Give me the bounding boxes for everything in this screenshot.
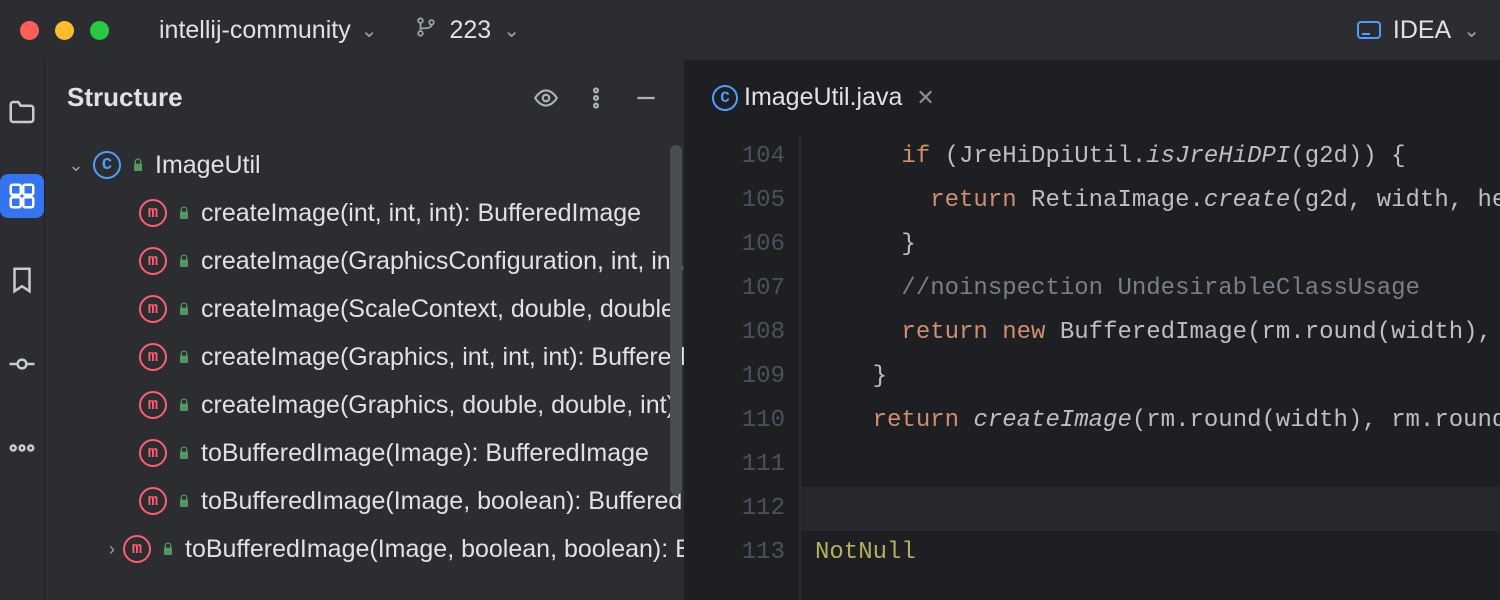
code-area: 104105106107108109110111112113 if (JreHi… [684,135,1500,600]
method-signature-label: createImage(Graphics, int, int, int): Bu… [201,343,684,372]
tree-row-method[interactable]: m createImage(ScaleContext, double, doubl… [45,285,684,333]
structure-panel-header: Structure [45,60,684,135]
method-icon: m [139,199,167,227]
code-line[interactable]: return RetinaImage.create(g2d, width, he… [801,179,1500,223]
code-line[interactable]: //noinspection UndesirableClassUsage [801,267,1500,311]
project-name-label: intellij-community [159,16,351,45]
lock-icon [175,444,193,462]
structure-tree: ⌄ C ImageUtil m createImage(int, int, int):… [45,135,684,600]
ide-picker[interactable]: IDEA ⌄ [1357,16,1480,45]
method-icon: m [139,247,167,275]
lock-icon [129,156,147,174]
lock-icon [175,492,193,510]
method-icon: m [139,439,167,467]
fullscreen-window-button[interactable] [90,21,109,40]
lock-icon [175,300,193,318]
git-branch-picker[interactable]: 223 ⌄ [415,16,519,45]
line-number: 105 [684,179,785,223]
structure-tool-button[interactable] [0,174,44,218]
code-line[interactable]: if (JreHiDpiUtil.isJreHiDPI(g2d)) { [801,135,1500,179]
tree-row-class[interactable]: ⌄ C ImageUtil [45,141,684,189]
code-lines[interactable]: if (JreHiDpiUtil.isJreHiDPI(g2d)) { retu… [800,135,1500,600]
method-signature-label: createImage(Graphics, double, double, in… [201,391,684,420]
code-line[interactable]: NotNull [801,531,1500,575]
tree-row-method[interactable]: m createImage(Graphics, double, double, i… [45,381,684,429]
line-number: 112 [684,487,785,531]
line-number: 104 [684,135,785,179]
line-number: 107 [684,267,785,311]
chevron-down-icon: ⌄ [361,18,378,43]
editor-area: C ImageUtil.java ✕ 104105106107108109110… [684,60,1500,600]
line-number: 108 [684,311,785,355]
more-tool-button[interactable] [0,426,44,470]
tree-row-method[interactable]: m createImage(Graphics, int, int, int): B… [45,333,684,381]
project-tool-button[interactable] [0,90,44,134]
method-signature-label: toBufferedImage(Image, boolean, boolean)… [185,535,684,564]
editor-tab[interactable]: C ImageUtil.java ✕ [712,83,935,112]
method-icon: m [139,295,167,323]
structure-panel: Structure ⌄ C ImageUtil m createImage(int, … [44,60,684,600]
code-line[interactable]: } [801,223,1500,267]
line-number: 111 [684,443,785,487]
class-file-icon: C [712,85,738,111]
hide-panel-icon[interactable] [628,80,664,116]
method-signature-label: toBufferedImage(Image, boolean): Buffere… [201,487,684,516]
method-icon: m [123,535,151,563]
method-icon: m [139,391,167,419]
line-number: 110 [684,399,785,443]
ide-label: IDEA [1393,16,1451,45]
code-line[interactable]: return new BufferedImage(rm.round(width)… [801,311,1500,355]
minimize-window-button[interactable] [55,21,74,40]
left-toolstrip [0,60,44,600]
close-window-button[interactable] [20,21,39,40]
commit-tool-button[interactable] [0,342,44,386]
window-controls [20,21,109,40]
ide-icon [1357,21,1381,39]
lock-icon [175,348,193,366]
line-number-gutter: 104105106107108109110111112113 [684,135,800,600]
tree-row-method[interactable]: m createImage(int, int, int): BufferedIma… [45,189,684,237]
lock-icon [175,396,193,414]
editor-tabbar: C ImageUtil.java ✕ [684,60,1500,135]
method-signature-label: toBufferedImage(Image): BufferedImage [201,439,649,468]
titlebar: intellij-community ⌄ 223 ⌄ IDEA ⌄ [0,0,1500,60]
code-line[interactable]: return createImage(rm.round(width), rm.r… [801,399,1500,443]
lock-icon [175,204,193,222]
method-icon: m [139,487,167,515]
class-name-label: ImageUtil [155,151,261,180]
expand-arrow-icon[interactable]: › [109,539,115,560]
method-signature-label: createImage(ScaleContext, double, double… [201,295,684,324]
class-icon: C [93,151,121,179]
project-picker[interactable]: intellij-community ⌄ [159,16,377,45]
tree-row-method[interactable]: › m toBufferedImage(Image, boolean, boolea… [45,525,684,573]
method-signature-label: createImage(GraphicsConfiguration, int, … [201,247,684,276]
main-area: Structure ⌄ C ImageUtil m createImage(int, … [0,60,1500,600]
tree-row-method[interactable]: m toBufferedImage(Image): BufferedImage [45,429,684,477]
git-branch-icon [415,16,437,44]
close-tab-icon[interactable]: ✕ [916,85,934,111]
structure-scrollbar[interactable] [670,145,682,495]
git-branch-count: 223 [449,16,491,45]
lock-icon [159,540,177,558]
code-line[interactable] [801,443,1500,487]
code-line[interactable] [801,487,1500,531]
bookmarks-tool-button[interactable] [0,258,44,302]
code-line[interactable]: } [801,355,1500,399]
expand-arrow-icon[interactable]: ⌄ [67,155,85,176]
tree-row-method[interactable]: m createImage(GraphicsConfiguration, int,… [45,237,684,285]
chevron-down-icon: ⌄ [503,18,520,43]
line-number: 109 [684,355,785,399]
editor-tab-label: ImageUtil.java [744,83,902,112]
line-number: 106 [684,223,785,267]
visibility-toggle-icon[interactable] [528,80,564,116]
method-icon: m [139,343,167,371]
tree-row-method[interactable]: m toBufferedImage(Image, boolean): Buffer… [45,477,684,525]
method-signature-label: createImage(int, int, int): BufferedImag… [201,199,641,228]
lock-icon [175,252,193,270]
panel-options-icon[interactable] [578,80,614,116]
structure-panel-title: Structure [67,82,514,113]
line-number: 113 [684,531,785,575]
chevron-down-icon: ⌄ [1463,18,1480,43]
